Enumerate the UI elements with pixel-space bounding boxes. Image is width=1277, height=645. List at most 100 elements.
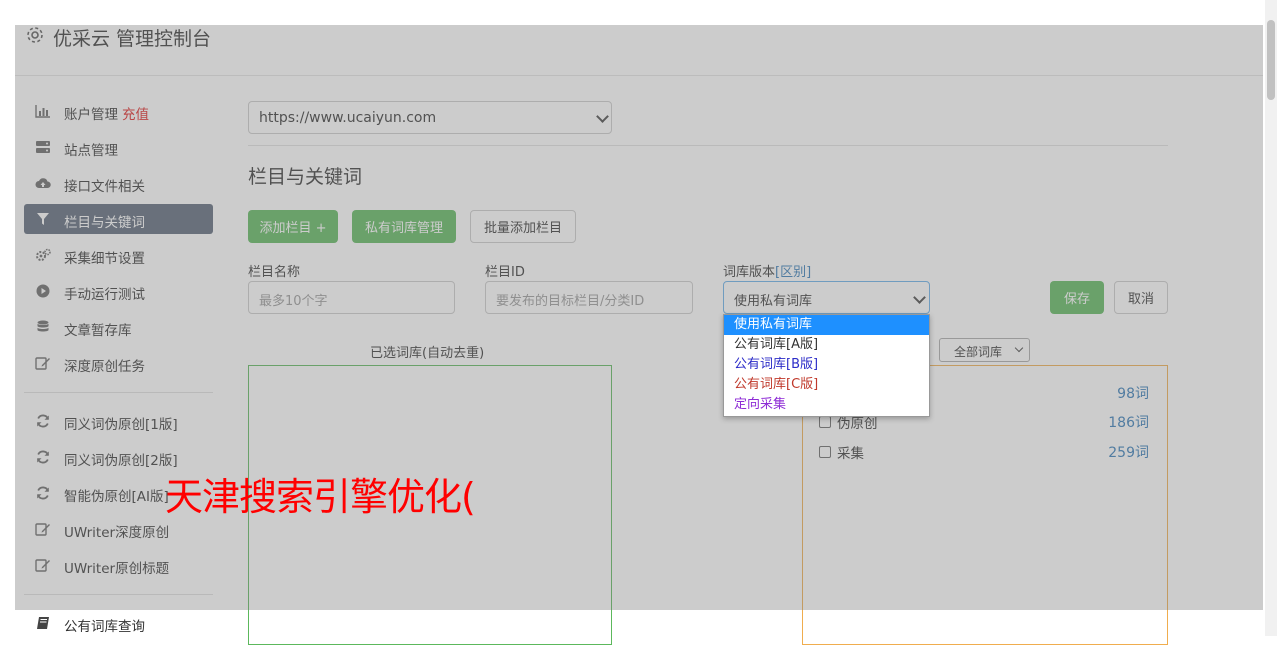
column-name-placeholder: 最多10个字	[259, 294, 328, 309]
sidebar-item-text: UWriter原创标题	[64, 561, 170, 577]
sidebar-item[interactable]: 公有词库查询	[24, 608, 213, 638]
sidebar-item[interactable]: 深度原创任务	[24, 348, 213, 378]
cancel-button[interactable]: 取消	[1114, 281, 1168, 314]
sidebar-item-label: 同义词伪原创[2版]	[64, 449, 178, 469]
sidebar-item[interactable]: 栏目与关键词	[24, 204, 213, 234]
sidebar-item[interactable]: 账户管理 充值	[24, 96, 213, 126]
column-id-placeholder: 要发布的目标栏目/分类ID	[496, 294, 645, 309]
library-filter-value: 全部词库	[954, 345, 1003, 359]
sidebar-item-label: 深度原创任务	[64, 355, 145, 375]
server-icon	[35, 139, 51, 155]
sidebar-item-text: 站点管理	[64, 143, 118, 159]
sidebar-item[interactable]: 手动运行测试	[24, 276, 213, 306]
sidebar-item-text: 深度原创任务	[64, 359, 145, 375]
save-button[interactable]: 保存	[1050, 281, 1104, 314]
library-version-text: 词库版本	[723, 265, 776, 280]
database-icon	[35, 319, 51, 335]
edit-icon	[35, 355, 51, 371]
sidebar-item-label: 手动运行测试	[64, 283, 145, 303]
watermark-text: 天津搜索引擎优化(	[165, 475, 476, 519]
column-id-label: 栏目ID	[485, 265, 525, 280]
refresh-icon	[35, 413, 51, 429]
sidebar-item[interactable]: UWriter原创标题	[24, 550, 213, 580]
sidebar-item-text: 公有词库查询	[64, 619, 145, 635]
library-filter-select[interactable]: 全部词库	[939, 338, 1030, 362]
column-id-input[interactable]: 要发布的目标栏目/分类ID	[485, 281, 693, 314]
sidebar-divider	[24, 392, 213, 393]
library-name: 采集	[837, 446, 864, 462]
sidebar-item-label: 公有词库查询	[64, 615, 145, 635]
chevron-down-icon	[913, 291, 926, 304]
option-private-library[interactable]: 使用私有词库	[724, 315, 929, 335]
private-library-button[interactable]: 私有词库管理	[352, 210, 456, 243]
recharge-link[interactable]: 充值	[122, 107, 149, 123]
sidebar-item-label: 智能伪原创[AI版]	[64, 485, 169, 505]
sidebar-item[interactable]: 站点管理	[24, 132, 213, 162]
column-name-label: 栏目名称	[248, 265, 301, 280]
sidebar-item-text: 同义词伪原创[2版]	[64, 453, 178, 469]
column-name-input[interactable]: 最多10个字	[248, 281, 455, 314]
bar-chart-icon	[35, 103, 51, 119]
sidebar-item-text: 同义词伪原创[1版]	[64, 417, 178, 433]
sidebar-item[interactable]: 采集细节设置	[24, 240, 213, 270]
play-circle-icon	[35, 283, 51, 299]
sidebar-item-label: 接口文件相关	[64, 175, 145, 195]
sidebar-item-label: 同义词伪原创[1版]	[64, 413, 178, 433]
option-public-c[interactable]: 公有词库[C版]	[724, 375, 929, 395]
chevron-down-icon	[596, 110, 609, 123]
library-version-dropdown[interactable]: 使用私有词库 公有词库[A版] 公有词库[B版] 公有词库[C版] 定向采集	[723, 314, 930, 417]
sidebar-item-text: 智能伪原创[AI版]	[64, 489, 169, 505]
top-header: 优采云 管理控制台	[15, 25, 1263, 76]
edit-icon	[35, 557, 51, 573]
sidebar-item-label: UWriter深度原创	[64, 521, 169, 541]
sidebar-item-text: 手动运行测试	[64, 287, 145, 303]
sidebar-item-label: UWriter原创标题	[64, 557, 169, 577]
library-row[interactable]: 采集 259词	[819, 442, 1149, 464]
gear-icon	[25, 25, 45, 45]
page-title: 栏目与关键词	[248, 166, 363, 188]
library-count: 186词	[1108, 415, 1149, 431]
library-checkbox[interactable]	[819, 416, 831, 428]
selected-library-label: 已选词库(自动去重)	[370, 346, 485, 361]
book-icon	[35, 615, 51, 631]
scrollbar-thumb[interactable]	[1267, 20, 1275, 100]
scrollbar[interactable]	[1265, 0, 1277, 636]
sidebar-item-label: 文章暂存库	[64, 319, 132, 339]
sidebar-item-text: 栏目与关键词	[64, 215, 145, 231]
cogs-icon	[35, 247, 51, 263]
sidebar-item[interactable]: 文章暂存库	[24, 312, 213, 342]
batch-add-button[interactable]: 批量添加栏目	[470, 210, 576, 243]
option-public-b[interactable]: 公有词库[B版]	[724, 355, 929, 375]
app-title: 优采云 管理控制台	[53, 28, 212, 50]
site-select[interactable]: https://www.ucaiyun.com	[248, 101, 612, 134]
sidebar-item-label: 账户管理 充值	[64, 103, 149, 123]
refresh-icon	[35, 449, 51, 465]
sidebar: 账户管理 充值站点管理接口文件相关 栏目与关键词 采集细节设置 手动运行测试 文章暂存库深…	[24, 96, 213, 644]
library-count: 98词	[1117, 386, 1149, 402]
library-version-value: 使用私有词库	[734, 294, 813, 309]
library-version-select[interactable]: 使用私有词库	[723, 281, 930, 314]
sidebar-item-text: UWriter深度原创	[64, 525, 170, 541]
sidebar-item-text: 文章暂存库	[64, 323, 132, 339]
refresh-icon	[35, 485, 51, 501]
sidebar-item-label: 采集细节设置	[64, 247, 145, 267]
sidebar-item-text: 账户管理	[64, 107, 118, 123]
chevron-down-icon	[1014, 343, 1024, 353]
option-targeted-collect[interactable]: 定向采集	[724, 395, 929, 415]
sidebar-item-text: 接口文件相关	[64, 179, 145, 195]
option-public-a[interactable]: 公有词库[A版]	[724, 335, 929, 355]
sidebar-item-label: 栏目与关键词	[64, 211, 145, 231]
sidebar-item-text: 采集细节设置	[64, 251, 145, 267]
sidebar-item[interactable]: 接口文件相关	[24, 168, 213, 198]
add-column-button[interactable]: 添加栏目 +	[248, 210, 338, 243]
filter-icon	[35, 211, 51, 227]
sidebar-item-label: 站点管理	[64, 139, 118, 159]
sidebar-item[interactable]: 同义词伪原创[1版]	[24, 406, 213, 436]
sidebar-divider	[24, 594, 213, 595]
library-checkbox[interactable]	[819, 446, 831, 458]
edit-icon	[35, 521, 51, 537]
site-select-value: https://www.ucaiyun.com	[259, 110, 437, 126]
difference-link[interactable]: [区别]	[775, 265, 811, 280]
library-version-label: 词库版本[区别]	[723, 261, 811, 280]
library-count: 259词	[1108, 445, 1149, 461]
